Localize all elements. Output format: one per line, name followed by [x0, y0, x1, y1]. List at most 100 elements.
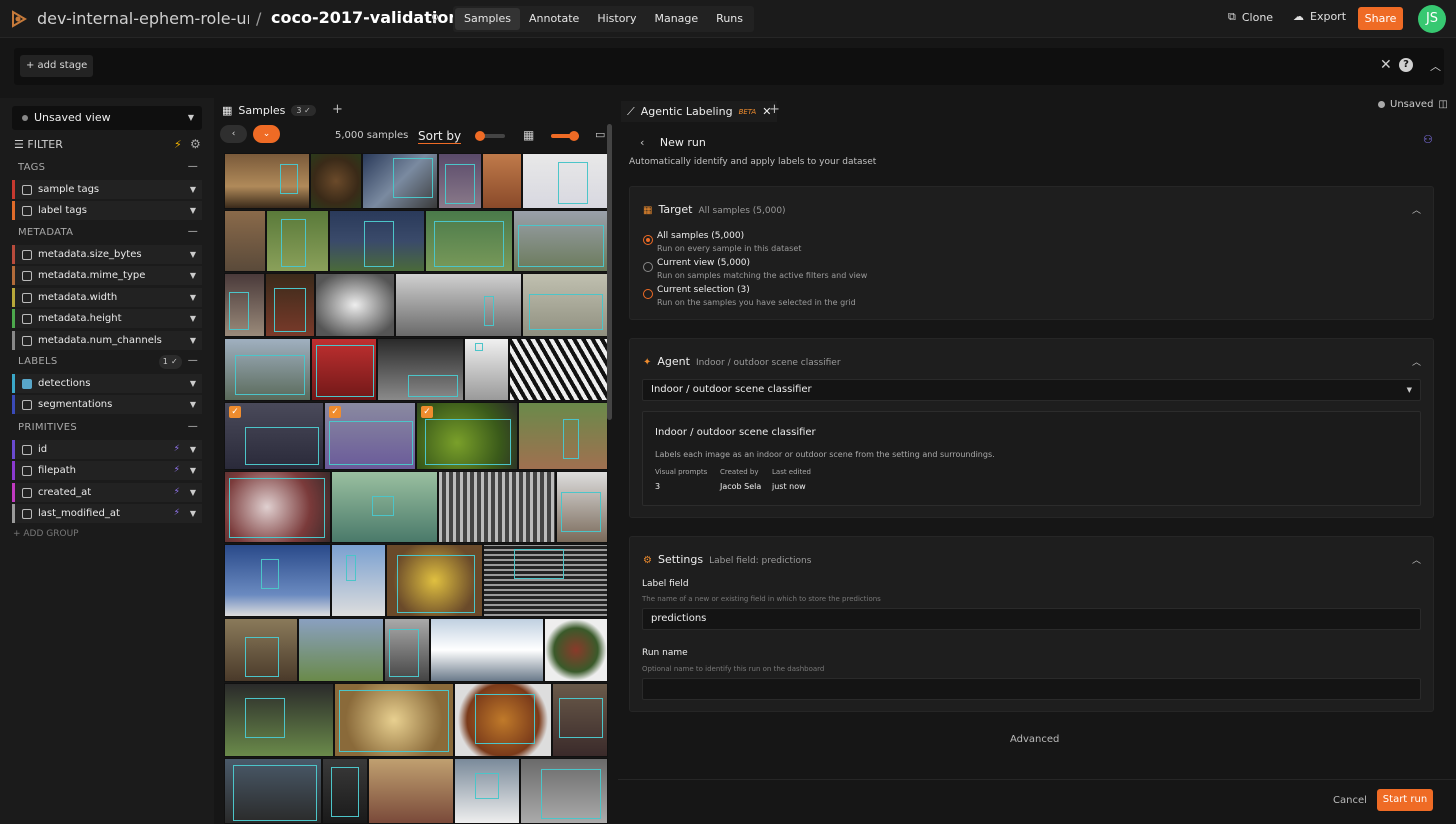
cancel-button[interactable]: Cancel [1333, 795, 1367, 806]
chevron-down-icon[interactable]: ▼ [190, 483, 196, 502]
back-button[interactable]: ‹ [220, 125, 247, 143]
group-primitives[interactable]: PRIMITIVES — [12, 420, 202, 437]
pin-icon[interactable]: ⚲ [431, 12, 443, 26]
gear-icon[interactable]: ⚙ [190, 137, 201, 151]
chevron-down-icon[interactable]: ▼ [190, 374, 196, 393]
checkbox[interactable] [22, 445, 32, 455]
sidebar-item-sample-tags[interactable]: sample tags ▼ [12, 180, 202, 199]
sample-thumbnail[interactable] [224, 618, 298, 682]
collapse-icon[interactable]: ︿ [1412, 355, 1421, 368]
sample-thumbnail[interactable] [224, 338, 311, 401]
sample-thumbnail[interactable] [311, 338, 377, 401]
sidebar-item-size-bytes[interactable]: metadata.size_bytes ▼ [12, 245, 202, 264]
sample-thumbnail[interactable] [331, 471, 438, 543]
sample-thumbnail[interactable] [395, 273, 522, 337]
tab-annotate[interactable]: Annotate [520, 8, 588, 30]
checkbox[interactable] [22, 185, 32, 195]
chevron-down-icon[interactable]: ▼ [190, 440, 196, 459]
label-field-input[interactable]: predictions [642, 608, 1421, 630]
sample-thumbnail[interactable] [224, 544, 331, 617]
collapse-icon[interactable]: — [188, 226, 198, 237]
view-select[interactable]: Unsaved view ▼ [12, 106, 202, 130]
add-panel-icon[interactable]: + [332, 102, 343, 117]
sample-thumbnail[interactable] [556, 471, 608, 543]
workflow-icon[interactable]: ⚇ [1423, 133, 1433, 146]
collapse-icon[interactable]: ︿ [1412, 203, 1421, 216]
group-labels[interactable]: LABELS 1 ✓ — [12, 354, 202, 371]
chevron-down-icon[interactable]: ▼ [190, 266, 196, 285]
panel-layout-icon[interactable]: ◫ [1438, 99, 1447, 110]
sidebar-item-created-at[interactable]: created_at ⚡ ▼ [12, 483, 202, 502]
sample-thumbnail[interactable] [509, 338, 608, 401]
sample-thumbnail[interactable] [329, 210, 425, 272]
grid-layout-icon[interactable]: ▦ [523, 128, 534, 142]
tab-agentic-labeling[interactable]: ⟋ Agentic Labeling BETA ✕ [621, 101, 778, 122]
checkbox[interactable] [22, 400, 32, 410]
selected-check-icon[interactable]: ✓ [329, 406, 341, 418]
tab-manage[interactable]: Manage [645, 8, 707, 30]
target-header[interactable]: ▦ Target All samples (5,000) [643, 203, 786, 216]
checkbox[interactable] [22, 488, 32, 498]
sample-thumbnail[interactable] [331, 544, 386, 617]
sample-thumbnail[interactable] [334, 683, 454, 757]
tab-samples-panel[interactable]: ▦ Samples 3 ✓ [222, 101, 316, 120]
avatar[interactable]: JS [1418, 5, 1446, 33]
tab-samples[interactable]: Samples [455, 8, 520, 30]
clone-button[interactable]: ⧉ Clone [1228, 10, 1273, 24]
sample-thumbnail[interactable] [224, 758, 322, 824]
sample-thumbnail[interactable] [522, 153, 608, 209]
settings-header[interactable]: ⚙ Settings Label field: predictions [643, 553, 811, 566]
checkbox[interactable] [22, 509, 32, 519]
collapse-icon[interactable]: — [188, 421, 198, 432]
checkbox[interactable] [22, 206, 32, 216]
collapse-icon[interactable]: — [188, 161, 198, 172]
sample-thumbnail[interactable] [224, 210, 266, 272]
expand-button[interactable]: ⌄ [253, 125, 280, 143]
sample-thumbnail[interactable] [386, 544, 483, 617]
app-logo-icon[interactable] [10, 10, 28, 28]
sample-thumbnail[interactable] [464, 338, 509, 401]
chevron-down-icon[interactable]: ▼ [190, 309, 196, 328]
sample-thumbnail[interactable] [438, 153, 482, 209]
sample-thumbnail[interactable] [454, 758, 520, 824]
sidebar-item-height[interactable]: metadata.height ▼ [12, 309, 202, 328]
agent-select[interactable]: Indoor / outdoor scene classifier ▼ [642, 379, 1421, 401]
sample-thumbnail[interactable] [322, 758, 368, 824]
collapse-icon[interactable]: — [188, 355, 198, 366]
export-button[interactable]: ☁ Export [1293, 10, 1346, 23]
collapse-stage-bar-icon[interactable]: ︿ [1430, 58, 1441, 74]
agent-header[interactable]: ✦ Agent Indoor / outdoor scene classifier [643, 355, 841, 368]
slider-knob[interactable] [475, 131, 485, 141]
chevron-down-icon[interactable]: ▼ [190, 245, 196, 264]
sidebar-item-width[interactable]: metadata.width ▼ [12, 288, 202, 307]
group-tags[interactable]: TAGS — [12, 160, 202, 177]
lightning-icon[interactable]: ⚡ [174, 138, 182, 151]
sample-thumbnail[interactable] [224, 683, 334, 757]
zoom-slider[interactable] [551, 131, 579, 141]
sample-thumbnail[interactable] [454, 683, 552, 757]
sample-thumbnail[interactable] [266, 210, 329, 272]
back-arrow-icon[interactable]: ‹ [640, 136, 644, 149]
sample-thumbnail[interactable] [430, 618, 544, 682]
sample-thumbnail[interactable] [377, 338, 464, 401]
checkbox[interactable] [22, 250, 32, 260]
checkbox[interactable] [22, 293, 32, 303]
sample-thumbnail[interactable] [265, 273, 315, 337]
clear-stages-icon[interactable]: ✕ [1380, 57, 1392, 73]
group-metadata[interactable]: METADATA — [12, 225, 202, 242]
sample-thumbnail[interactable]: ✓ [324, 402, 416, 470]
media-settings-icon[interactable]: ▭ [595, 128, 605, 141]
sort-by-button[interactable]: Sort by [418, 129, 462, 144]
tab-history[interactable]: History [588, 8, 645, 30]
sidebar-item-num-channels[interactable]: metadata.num_channels ▼ [12, 331, 202, 350]
sample-thumbnail[interactable] [362, 153, 438, 209]
chevron-down-icon[interactable]: ▼ [190, 288, 196, 307]
sample-thumbnail[interactable] [482, 153, 522, 209]
sample-thumbnail[interactable] [315, 273, 395, 337]
sample-thumbnail[interactable] [522, 273, 608, 337]
org-breadcrumb[interactable]: dev-internal-ephem-role-unr... [37, 9, 249, 28]
add-stage-button[interactable]: + add stage [20, 55, 94, 77]
sample-thumbnail[interactable] [518, 402, 608, 470]
radio-button[interactable] [643, 235, 653, 245]
selected-check-icon[interactable]: ✓ [229, 406, 241, 418]
